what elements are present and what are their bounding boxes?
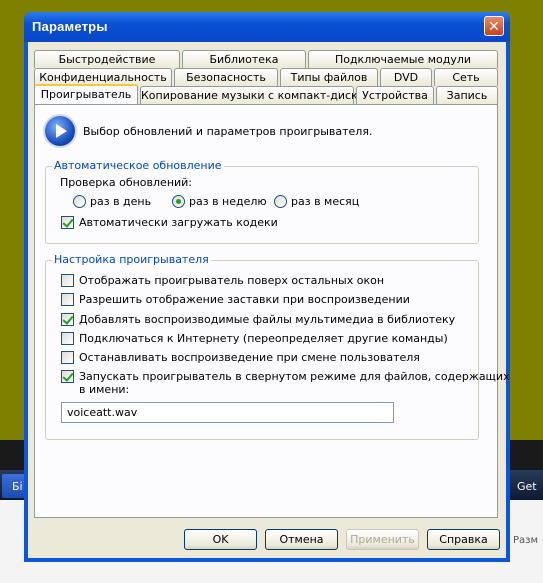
tab-rip-music[interactable]: Копирование музыки с компакт-диска bbox=[140, 86, 364, 104]
ok-button[interactable]: OK bbox=[184, 529, 257, 550]
always-on-top-checkbox[interactable] bbox=[61, 274, 74, 287]
close-icon: ✕ bbox=[488, 19, 500, 35]
radio-weekly[interactable] bbox=[172, 195, 185, 208]
radio-daily-label: раз в день bbox=[90, 195, 152, 208]
background-right-text: Разм bbox=[513, 535, 539, 546]
tab-dvd[interactable]: DVD bbox=[380, 68, 432, 86]
player-settings-legend: Настройка проигрывателя bbox=[52, 253, 211, 266]
close-button[interactable]: ✕ bbox=[484, 16, 504, 36]
options-dialog: Параметры ✕ Быстродействие Библиотека По… bbox=[24, 12, 510, 562]
tab-library[interactable]: Библиотека bbox=[182, 50, 306, 68]
tab-security[interactable]: Безопасность bbox=[174, 68, 278, 86]
auto-update-legend: Автоматическое обновление bbox=[52, 159, 224, 172]
auto-update-group: Автоматическое обновление Проверка обнов… bbox=[45, 159, 479, 244]
update-check-label: Проверка обновлений: bbox=[60, 176, 193, 189]
connect-internet-checkbox[interactable] bbox=[61, 332, 74, 345]
tab-file-types[interactable]: Типы файлов bbox=[280, 68, 378, 86]
radio-weekly-label: раз в неделю bbox=[189, 195, 267, 208]
always-on-top-label: Отображать проигрыватель поверх остальны… bbox=[79, 274, 385, 287]
background-right-button[interactable]: Get bbox=[513, 474, 543, 498]
start-minimized-label-line2: в имени: bbox=[79, 383, 130, 396]
radio-daily[interactable] bbox=[73, 195, 86, 208]
start-minimized-checkbox[interactable] bbox=[61, 370, 74, 383]
radio-monthly-label: раз в месяц bbox=[291, 195, 360, 208]
apply-button[interactable]: Применить bbox=[346, 529, 419, 550]
start-minimized-label: Запускать проигрыватель в свернутом режи… bbox=[79, 370, 510, 383]
media-player-icon bbox=[45, 116, 75, 146]
stop-on-user-switch-label: Останавливать воспроизведение при смене … bbox=[79, 351, 420, 364]
player-settings-group: Настройка проигрывателя Отображать проиг… bbox=[45, 253, 510, 440]
window-title: Параметры bbox=[32, 19, 108, 34]
tab-burn[interactable]: Запись bbox=[436, 86, 498, 104]
tab-network[interactable]: Сеть bbox=[434, 68, 498, 86]
add-to-library-checkbox[interactable] bbox=[61, 313, 74, 326]
radio-monthly[interactable] bbox=[274, 195, 287, 208]
tab-player[interactable]: Проигрыватель bbox=[34, 84, 138, 104]
help-button[interactable]: Справка bbox=[427, 529, 500, 550]
connect-internet-label: Подключаться к Интернету (переопределяет… bbox=[79, 332, 448, 345]
auto-download-codecs-label: Автоматически загружать кодеки bbox=[79, 216, 278, 229]
stop-on-user-switch-checkbox[interactable] bbox=[61, 351, 74, 364]
add-to-library-label: Добавлять воспроизводимые файлы мультиме… bbox=[79, 313, 456, 326]
auto-download-codecs-checkbox[interactable] bbox=[61, 216, 74, 229]
allow-screensaver-label: Разрешить отображение заставки при воспр… bbox=[79, 293, 410, 306]
panel-description: Выбор обновлений и параметров проигрыват… bbox=[83, 125, 373, 138]
cancel-button[interactable]: Отмена bbox=[265, 529, 338, 550]
player-tab-panel: Выбор обновлений и параметров проигрыват… bbox=[34, 104, 510, 518]
allow-screensaver-checkbox[interactable] bbox=[61, 293, 74, 306]
title-bar[interactable]: Параметры ✕ bbox=[24, 12, 510, 42]
tab-plugins[interactable]: Подключаемые модули bbox=[308, 50, 498, 68]
tab-performance[interactable]: Быстродействие bbox=[34, 50, 180, 68]
dialog-client: Быстродействие Библиотека Подключаемые м… bbox=[28, 42, 510, 558]
filename-input[interactable]: voiceatt.wav bbox=[61, 402, 394, 423]
tab-devices[interactable]: Устройства bbox=[356, 86, 434, 104]
